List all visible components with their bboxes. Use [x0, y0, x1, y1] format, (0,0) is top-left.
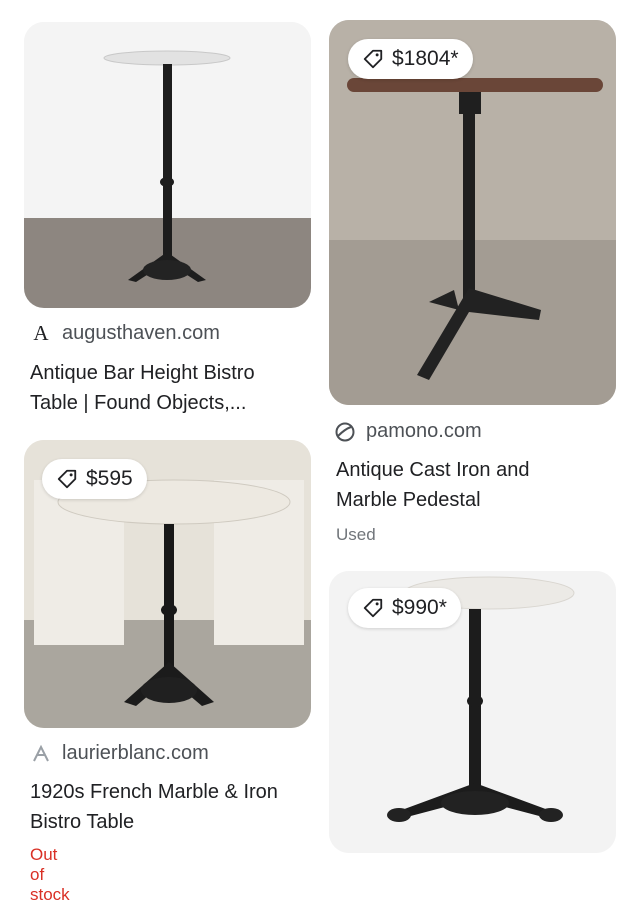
- tag-icon: [57, 469, 77, 489]
- product-image-marble-bistro[interactable]: $990*: [329, 571, 616, 853]
- condition-label: Used: [336, 525, 376, 544]
- price-tag: $990*: [348, 588, 461, 628]
- title-line: 1920s French Marble & Iron: [30, 781, 278, 803]
- tag-icon: [363, 598, 383, 618]
- result-title[interactable]: Antique Bar Height Bistro Table | Found …: [30, 358, 310, 418]
- laurierblanc-favicon-icon: [30, 743, 52, 765]
- tag-icon: [363, 49, 383, 69]
- title-line: Marble Pedestal: [336, 489, 481, 511]
- title-line: Table | Found Objects,...: [30, 392, 247, 414]
- title-line: Antique Bar Height Bistro: [30, 362, 255, 384]
- source-augusthaven[interactable]: A augusthaven.com: [30, 321, 220, 345]
- price-value: $595: [86, 467, 133, 490]
- source-label: augusthaven.com: [62, 322, 220, 344]
- pamono-favicon-icon: [334, 421, 356, 443]
- source-label: pamono.com: [366, 420, 482, 442]
- result-title[interactable]: Antique Cast Iron and Marble Pedestal: [336, 455, 616, 515]
- product-image-french-marble-iron[interactable]: $595: [24, 440, 311, 728]
- price-value: $990*: [392, 596, 447, 619]
- product-image-cast-iron-pedestal[interactable]: $1804*: [329, 20, 616, 405]
- source-pamono[interactable]: pamono.com: [334, 420, 482, 443]
- title-line: Bistro Table: [30, 811, 135, 833]
- product-image-bar-height-bistro[interactable]: [24, 22, 311, 308]
- source-laurierblanc[interactable]: laurierblanc.com: [30, 742, 209, 765]
- source-label: laurierblanc.com: [62, 742, 209, 764]
- price-tag: $1804*: [348, 39, 473, 79]
- title-line: Antique Cast Iron and: [336, 459, 530, 481]
- price-tag: $595: [42, 459, 147, 499]
- result-title[interactable]: 1920s French Marble & Iron Bistro Table: [30, 777, 320, 837]
- stock-status: Out of stock: [30, 845, 70, 904]
- augusthaven-favicon-icon: A: [33, 321, 49, 345]
- price-value: $1804*: [392, 47, 459, 70]
